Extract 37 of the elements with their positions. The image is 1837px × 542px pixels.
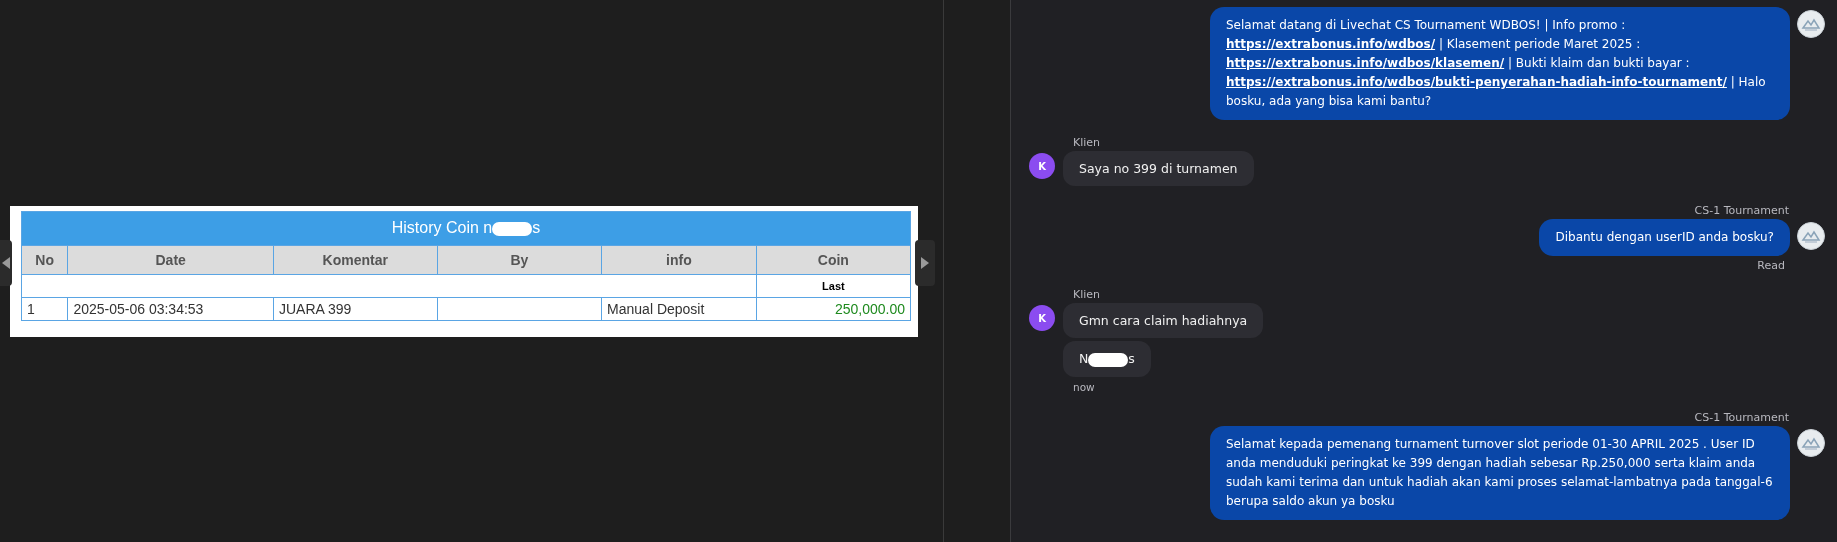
message-link[interactable]: https://extrabonus.info/wdbos/klasemen/ bbox=[1226, 56, 1505, 70]
agent-message: Dibantu dengan userID anda bosku? bbox=[1539, 219, 1790, 256]
agent-message: Selamat datang di Livechat CS Tournament WDBOS! | Info promo : https://extrabonus.info/wdbos/ | Klasement periode Maret 2025 : https://extrabonus.info/wdbos/klasemen/ | Bukti klaim dan bukti bayar : https://extrabonus.info/wdbos/bukti-penyerahan-hadiah-info-tournament/ | Halo bosku, ada yang bisa kami bantu? bbox=[1210, 7, 1790, 120]
message-link[interactable]: https://extrabonus.info/wdbos/bukti-penyerahan-hadiah-info-tournament/ bbox=[1226, 75, 1727, 89]
client-message: N s bbox=[1063, 341, 1151, 377]
message-link[interactable]: https://extrabonus.info/wdbos/ bbox=[1226, 37, 1436, 51]
column-header: Date bbox=[67, 245, 274, 274]
sender-name: Klien bbox=[1073, 288, 1101, 301]
column-header: By bbox=[437, 245, 602, 274]
table-cell: 1 bbox=[21, 297, 68, 320]
agent-avatar bbox=[1797, 222, 1825, 250]
agent-avatar bbox=[1797, 428, 1825, 457]
previous-button[interactable] bbox=[0, 240, 12, 286]
table-title: History Coin n s bbox=[21, 211, 911, 245]
read-status: Read bbox=[1757, 259, 1785, 272]
left-arrow-icon bbox=[2, 257, 10, 269]
table-cell: Last bbox=[756, 274, 911, 297]
agent-message: Selamat kepada pemenang turnament turnover slot periode 01-30 APRIL 2025 . User ID anda menduduki peringkat ke 399 dengan hadiah sebesar Rp.250,000 serta klaim anda sudah kami terima dan untuk hadiah akan kami proses selamat-lambatnya pada tanggal-6 berupa saldo akun ya bosku bbox=[1210, 425, 1790, 520]
table-cell: Manual Deposit bbox=[601, 297, 757, 320]
sender-name: CS-1 Tournament bbox=[1694, 204, 1789, 217]
column-header: Coin bbox=[756, 245, 911, 274]
agent-avatar bbox=[1797, 10, 1825, 38]
table-cell: JUARA 399 bbox=[273, 297, 438, 320]
table-cell: 250,000.00 bbox=[756, 297, 911, 320]
right-arrow-icon bbox=[921, 257, 929, 269]
column-header: Komentar bbox=[273, 245, 438, 274]
client-avatar: K bbox=[1029, 305, 1055, 331]
sender-name: Klien bbox=[1073, 136, 1101, 149]
column-header: No bbox=[21, 245, 68, 274]
table-cell: 2025-05-06 03:34:53 bbox=[67, 297, 274, 320]
client-avatar: K bbox=[1029, 153, 1055, 179]
client-message: Saya no 399 di turnamen bbox=[1063, 151, 1254, 186]
sender-name: CS-1 Tournament bbox=[1694, 410, 1789, 424]
next-button[interactable] bbox=[915, 240, 935, 286]
message-time: now bbox=[1073, 380, 1095, 393]
client-message: Gmn cara claim hadiahnya bbox=[1063, 303, 1264, 338]
column-header: info bbox=[601, 245, 757, 274]
